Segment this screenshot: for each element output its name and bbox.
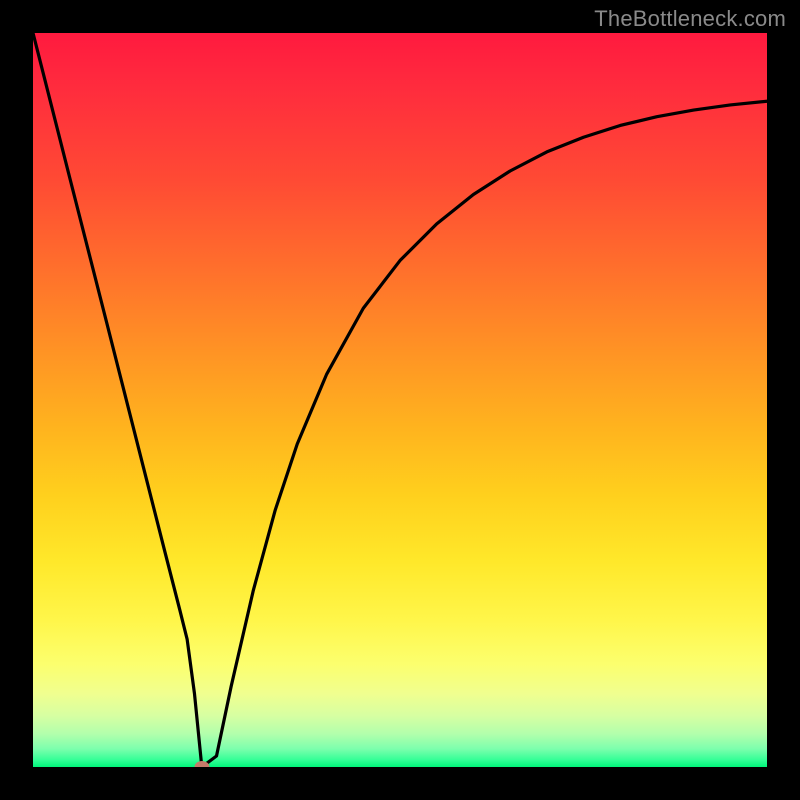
watermark-text: TheBottleneck.com [594,6,786,32]
chart-frame: TheBottleneck.com [0,0,800,800]
bottleneck-curve [33,33,767,767]
optimal-point-marker [194,761,209,767]
curve-path [33,33,767,767]
plot-area [33,33,767,767]
